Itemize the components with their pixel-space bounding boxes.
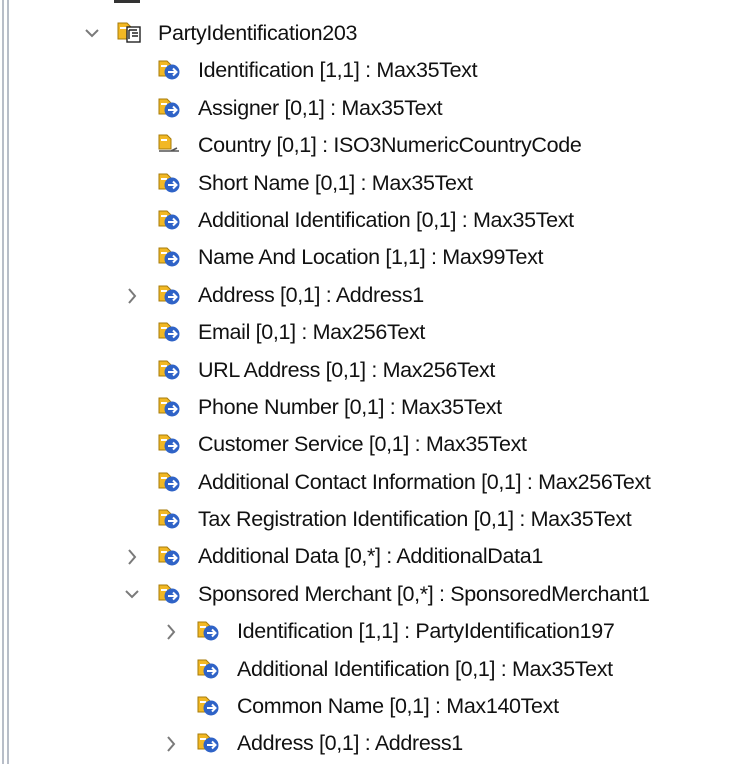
tree-item[interactable]: Name And Location [1,1] : Max99Text — [0, 239, 751, 276]
tree-item-label: Assigner [0,1] : Max35Text — [198, 95, 443, 120]
tree-item[interactable]: Customer Service [0,1] : Max35Text — [0, 426, 751, 463]
element-icon — [195, 657, 221, 681]
tree-item-label: Identification [1,1] : PartyIdentificati… — [237, 619, 615, 644]
element-icon — [156, 470, 182, 494]
element-icon — [156, 395, 182, 419]
tree-item-label: Address [0,1] : Address1 — [198, 282, 424, 307]
tree-item-label: Common Name [0,1] : Max140Text — [237, 694, 559, 719]
tree-item-label: Address [0,1] : Address1 — [237, 731, 463, 756]
tree-item[interactable]: URL Address [0,1] : Max256Text — [0, 352, 751, 389]
element-icon — [195, 731, 221, 755]
tree-item-label: PartyIdentification203 — [158, 21, 358, 45]
tree-item[interactable]: Identification [1,1] : Max35Text — [0, 52, 751, 89]
tree-item[interactable]: Additional Identification [0,1] : Max35T… — [0, 651, 751, 688]
tree-item[interactable]: Additional Data [0,*] : AdditionalData1 — [0, 538, 751, 575]
tree-item[interactable]: Email [0,1] : Max256Text — [0, 314, 751, 351]
message-component-icon — [116, 21, 142, 45]
tree-item-label: Email [0,1] : Max256Text — [198, 320, 426, 345]
chevron-down-icon[interactable] — [124, 585, 140, 605]
tree-item[interactable]: Phone Number [0,1] : Max35Text — [0, 389, 751, 426]
tree-item-label: Country [0,1] : ISO3NumericCountryCode — [198, 133, 582, 158]
tree-item-label: Phone Number [0,1] : Max35Text — [198, 394, 502, 419]
tree-item[interactable]: Assigner [0,1] : Max35Text — [0, 90, 751, 127]
previous-row-fragment — [114, 0, 144, 5]
element-icon — [156, 283, 182, 307]
tree-item[interactable]: Tax Registration Identification [0,1] : … — [0, 501, 751, 538]
tree-item[interactable]: Identification [1,1] : PartyIdentificati… — [0, 613, 751, 650]
tree-view[interactable]: PartyIdentification203 Identification [1,… — [0, 15, 751, 763]
chevron-right-icon[interactable] — [124, 286, 140, 306]
tree-item[interactable]: Country [0,1] : ISO3NumericCountryCode — [0, 127, 751, 164]
tree-item[interactable]: Additional Contact Information [0,1] : M… — [0, 464, 751, 501]
element-icon — [156, 507, 182, 531]
chevron-right-icon[interactable] — [124, 547, 140, 567]
tree-item[interactable]: Short Name [0,1] : Max35Text — [0, 165, 751, 202]
chevron-right-icon[interactable] — [163, 622, 179, 642]
element-icon — [156, 245, 182, 269]
tree-item-label: Sponsored Merchant [0,*] : SponsoredMerc… — [198, 581, 650, 606]
element-icon — [195, 619, 221, 643]
element-icon — [156, 208, 182, 232]
element-icon — [156, 582, 182, 606]
chevron-down-icon[interactable] — [84, 24, 100, 44]
tree-item-label: URL Address [0,1] : Max256Text — [198, 357, 496, 382]
element-icon — [156, 358, 182, 382]
tree-item-label: Additional Contact Information [0,1] : M… — [198, 469, 651, 494]
element-icon — [156, 320, 182, 344]
tree-item-label: Additional Data [0,*] : AdditionalData1 — [198, 544, 543, 569]
chevron-right-icon[interactable] — [163, 734, 179, 754]
tree-item[interactable]: Additional Identification [0,1] : Max35T… — [0, 202, 751, 239]
tree-item[interactable]: Address [0,1] : Address1 — [0, 277, 751, 314]
element-icon — [156, 96, 182, 120]
code-element-icon — [156, 133, 182, 157]
tree-item-label: Identification [1,1] : Max35Text — [198, 58, 478, 83]
element-icon — [195, 694, 221, 718]
tree-item-label: Additional Identification [0,1] : Max35T… — [198, 207, 574, 232]
element-icon — [156, 432, 182, 456]
tree-item[interactable]: Common Name [0,1] : Max140Text — [0, 688, 751, 725]
element-icon — [156, 58, 182, 82]
tree-item-label: Customer Service [0,1] : Max35Text — [198, 432, 527, 457]
element-icon — [156, 171, 182, 195]
element-icon — [156, 544, 182, 568]
tree-item[interactable]: Sponsored Merchant [0,*] : SponsoredMerc… — [0, 576, 751, 613]
tree-item-label: Short Name [0,1] : Max35Text — [198, 170, 473, 195]
tree-item-label: Additional Identification [0,1] : Max35T… — [237, 656, 613, 681]
tree-item-label: Name And Location [1,1] : Max99Text — [198, 245, 544, 270]
tree-item-label: Tax Registration Identification [0,1] : … — [198, 507, 632, 532]
tree-item[interactable]: Address [0,1] : Address1 — [0, 725, 751, 762]
tree-item[interactable]: PartyIdentification203 — [0, 15, 751, 52]
